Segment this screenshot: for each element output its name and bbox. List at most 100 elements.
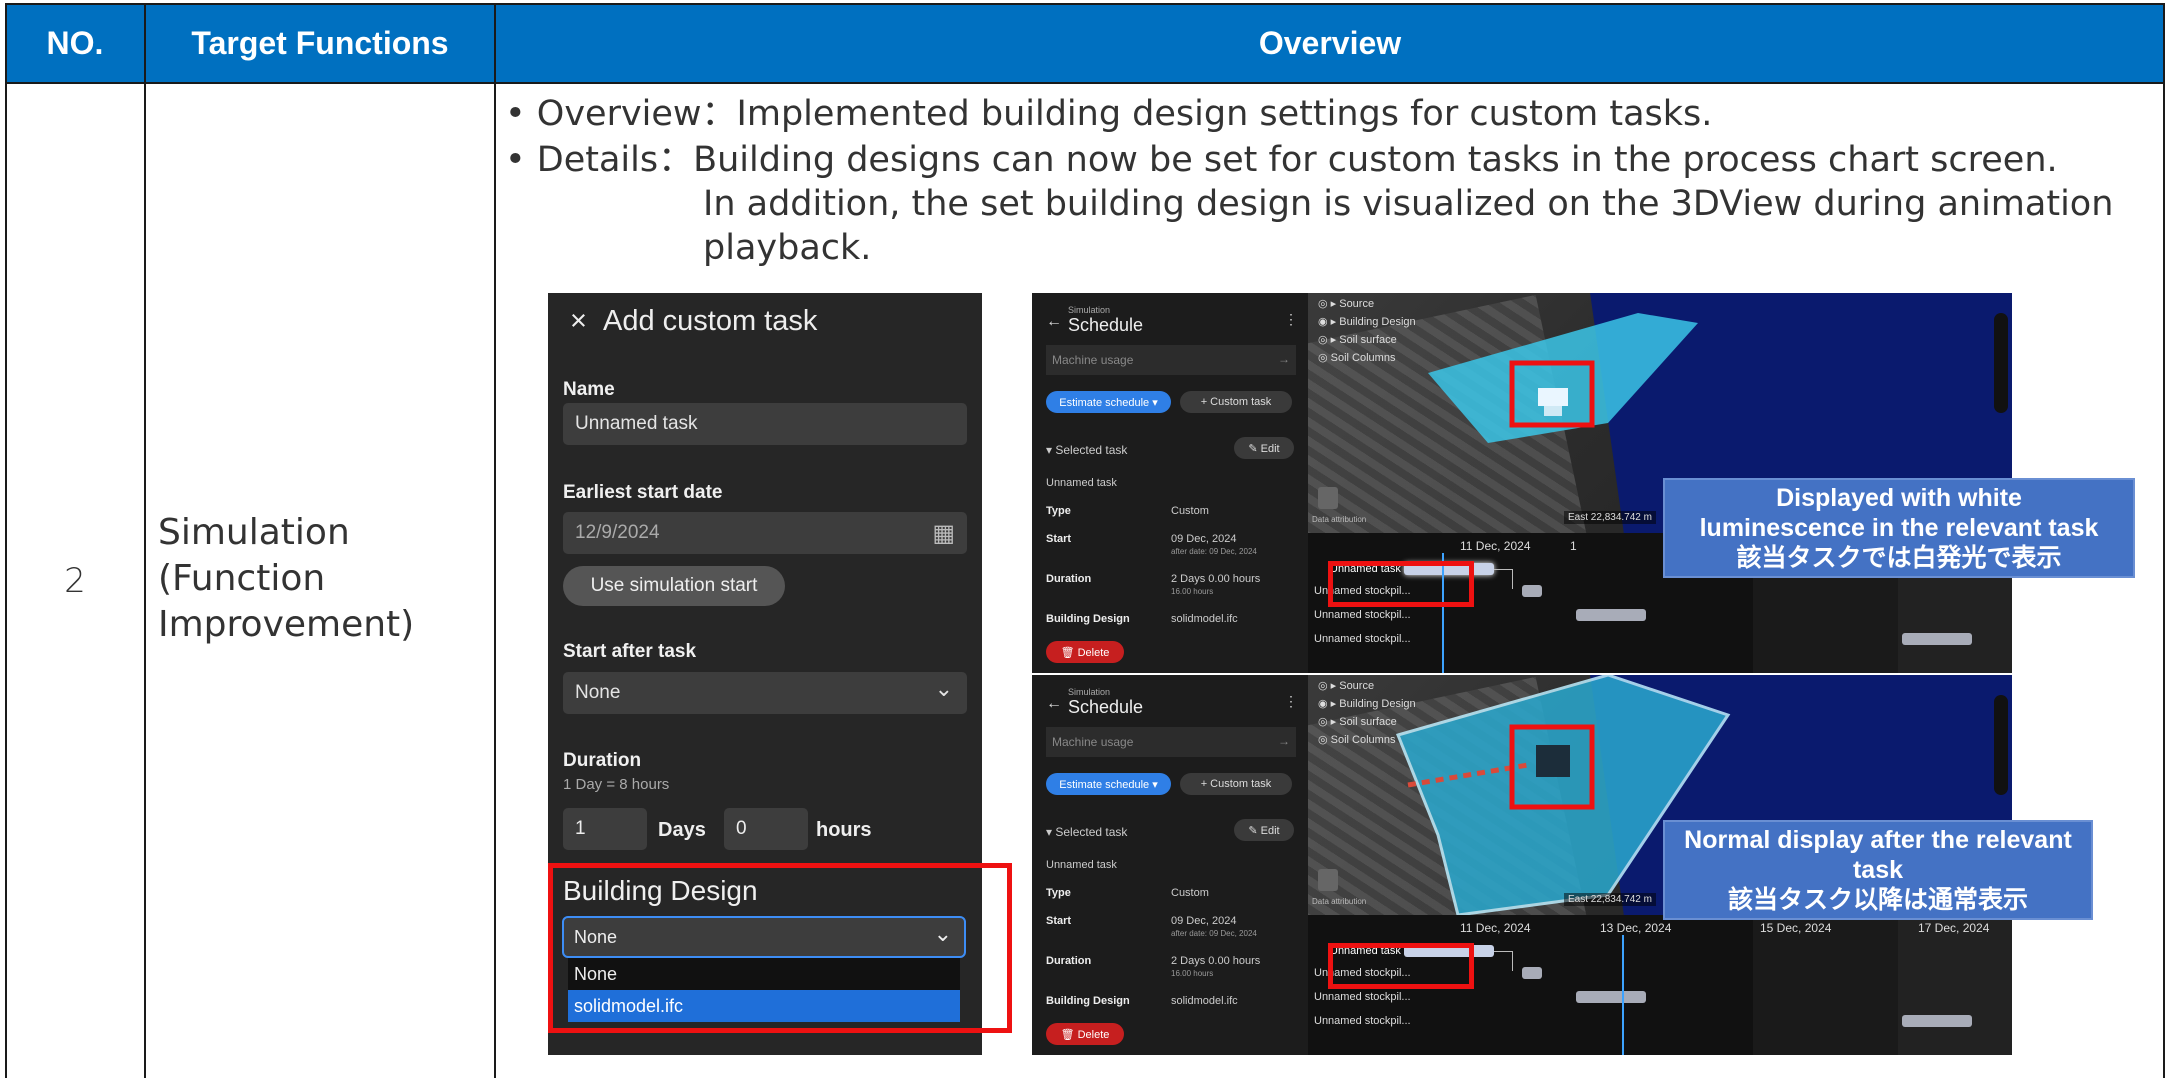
callout-white-luminescence: Displayed with white luminescence in the… xyxy=(1663,478,2135,578)
layer-item[interactable]: ◎ ▸ Soil surface xyxy=(1318,331,1416,349)
details-bullet: • Details：Building designs can now be se… xyxy=(505,140,2058,180)
gantt-bar[interactable] xyxy=(1576,609,1646,621)
days-input[interactable]: 1 xyxy=(563,808,647,850)
menu-icon[interactable]: ⋮ xyxy=(1284,311,1298,328)
layer-list: ◎ ▸ Source ◉ ▸ Building Design ◎ ▸ Soil … xyxy=(1318,295,1416,367)
border-right xyxy=(2163,3,2165,1078)
data-attribution[interactable]: Data attribution xyxy=(1312,515,1366,524)
building-design-value: solidmodel.ifc xyxy=(1171,995,1238,1007)
machine-usage-field[interactable]: Machine usage → xyxy=(1046,727,1296,757)
layer-item[interactable]: ◎ Soil Columns xyxy=(1318,349,1416,367)
close-icon[interactable]: × xyxy=(570,305,587,337)
zoom-control[interactable] xyxy=(1994,313,2008,413)
edit-button[interactable]: ✎ Edit xyxy=(1234,819,1294,841)
days-unit: Days xyxy=(658,819,706,841)
border-top xyxy=(5,3,2165,5)
gantt-bar[interactable] xyxy=(1576,991,1646,1003)
start-subvalue: after date: 09 Dec, 2024 xyxy=(1171,547,1257,556)
structure-dark xyxy=(1536,745,1570,777)
target-function-line-1: Simulation xyxy=(158,512,350,553)
custom-task-button[interactable]: + Custom task xyxy=(1180,773,1292,795)
start-after-select[interactable]: None ⌄ xyxy=(563,672,967,714)
gantt-bar[interactable] xyxy=(1522,967,1542,979)
duration-subvalue: 16.00 hours xyxy=(1171,969,1214,978)
edit-button[interactable]: ✎ Edit xyxy=(1234,437,1294,459)
schedule-title: Schedule xyxy=(1068,697,1144,717)
layer-item[interactable]: ◎ ▸ Source xyxy=(1318,295,1416,313)
estimate-schedule-button[interactable]: Estimate schedule ▾ xyxy=(1046,773,1171,795)
target-function-cell: Simulation (Function Improvement) xyxy=(158,510,478,648)
gantt-bar[interactable] xyxy=(1522,585,1542,597)
machine-usage-label: Machine usage xyxy=(1052,353,1134,367)
gantt-date: 11 Dec, 2024 xyxy=(1460,921,1531,935)
start-value: 09 Dec, 2024 xyxy=(1171,533,1237,545)
panel-title-text: Add custom task xyxy=(603,305,818,337)
arrow-right-icon: → xyxy=(1278,352,1290,366)
highlight-building-design xyxy=(548,863,1012,1033)
hours-input[interactable]: 0 xyxy=(724,808,808,850)
layer-item[interactable]: ◉ ▸ Building Design xyxy=(1318,313,1416,331)
gantt-link xyxy=(1494,951,1512,952)
breadcrumb: Simulation xyxy=(1068,305,1111,315)
start-after-value: None xyxy=(575,682,621,703)
layer-item[interactable]: ◎ ▸ Soil surface xyxy=(1318,713,1416,731)
gantt-bar[interactable] xyxy=(1902,1015,1972,1027)
name-label: Name xyxy=(563,379,615,400)
use-simulation-start-button[interactable]: Use simulation start xyxy=(563,566,785,606)
gantt-bar[interactable] xyxy=(1902,633,1972,645)
gantt-row-label[interactable]: Unnamed stockpil... xyxy=(1314,633,1411,645)
start-key: Start xyxy=(1046,915,1072,927)
duration-value: 2 Days 0.00 hours xyxy=(1171,955,1261,967)
name-input[interactable]: Unnamed task xyxy=(563,403,967,445)
gantt-shade-2 xyxy=(1898,915,2012,1055)
estimate-schedule-button[interactable]: Estimate schedule ▾ xyxy=(1046,391,1171,413)
callout-line: task xyxy=(1852,856,1904,884)
custom-task-button[interactable]: + Custom task xyxy=(1180,391,1292,413)
panel-title: × Add custom task xyxy=(570,305,817,338)
machine-usage-field[interactable]: Machine usage → xyxy=(1046,345,1296,375)
building-design-value: solidmodel.ifc xyxy=(1171,613,1238,625)
callout-line: Displayed with white xyxy=(1776,484,2022,512)
gantt-link xyxy=(1512,951,1513,971)
callout-line: 該当タスク以降は通常表示 xyxy=(1727,886,2028,914)
building-design-key: Building Design xyxy=(1046,613,1130,625)
back-arrow-icon[interactable]: ← xyxy=(1046,313,1062,331)
gantt-date: 1 xyxy=(1570,539,1577,553)
hours-unit: hours xyxy=(816,819,872,841)
gantt-row-label[interactable]: Unnamed stockpil... xyxy=(1314,991,1411,1003)
callout-normal-display: Normal display after the relevant task 該… xyxy=(1663,820,2093,920)
east-coordinate: East 22,834.742 m xyxy=(1564,893,1656,906)
highlight-task-row-top xyxy=(1328,561,1474,607)
delete-button[interactable]: 🗑 Delete xyxy=(1046,1023,1124,1045)
border-col2 xyxy=(494,3,496,1078)
breadcrumb: Simulation xyxy=(1068,687,1111,697)
type-key: Type xyxy=(1046,505,1071,517)
layer-item[interactable]: ◉ ▸ Building Design xyxy=(1318,695,1416,713)
layer-item[interactable]: ◎ ▸ Source xyxy=(1318,677,1416,695)
delete-button[interactable]: 🗑 Delete xyxy=(1046,641,1124,663)
selected-task-toggle[interactable]: ▾ Selected task xyxy=(1046,443,1127,457)
gantt-current-time[interactable] xyxy=(1622,935,1624,1055)
data-attribution[interactable]: Data attribution xyxy=(1312,897,1366,906)
zoom-control[interactable] xyxy=(1994,695,2008,795)
row-number: 2 xyxy=(64,560,86,601)
duration-key: Duration xyxy=(1046,573,1092,585)
home-icon[interactable] xyxy=(1318,487,1338,509)
type-value: Custom xyxy=(1171,887,1209,899)
selected-task-toggle[interactable]: ▾ Selected task xyxy=(1046,825,1127,839)
gantt-row-label[interactable]: Unnamed stockpil... xyxy=(1314,1015,1411,1027)
structure-base xyxy=(1544,406,1562,416)
back-arrow-icon[interactable]: ← xyxy=(1046,695,1062,713)
home-icon[interactable] xyxy=(1318,869,1338,891)
start-date-input[interactable]: 12/9/2024 ▦ xyxy=(563,512,967,554)
menu-icon[interactable]: ⋮ xyxy=(1284,693,1298,710)
start-after-label: Start after task xyxy=(563,641,697,662)
callout-line: luminescence in the relevant task xyxy=(1699,514,2099,542)
target-function-line-2: (Function xyxy=(158,558,326,599)
gantt-row-label[interactable]: Unnamed stockpil... xyxy=(1314,609,1411,621)
layer-item[interactable]: ◎ Soil Columns xyxy=(1318,731,1416,749)
highlight-task-row-bottom xyxy=(1328,943,1474,989)
duration-value: 2 Days 0.00 hours xyxy=(1171,573,1261,585)
calendar-icon[interactable]: ▦ xyxy=(932,519,955,548)
gantt-date: 15 Dec, 2024 xyxy=(1760,921,1832,935)
